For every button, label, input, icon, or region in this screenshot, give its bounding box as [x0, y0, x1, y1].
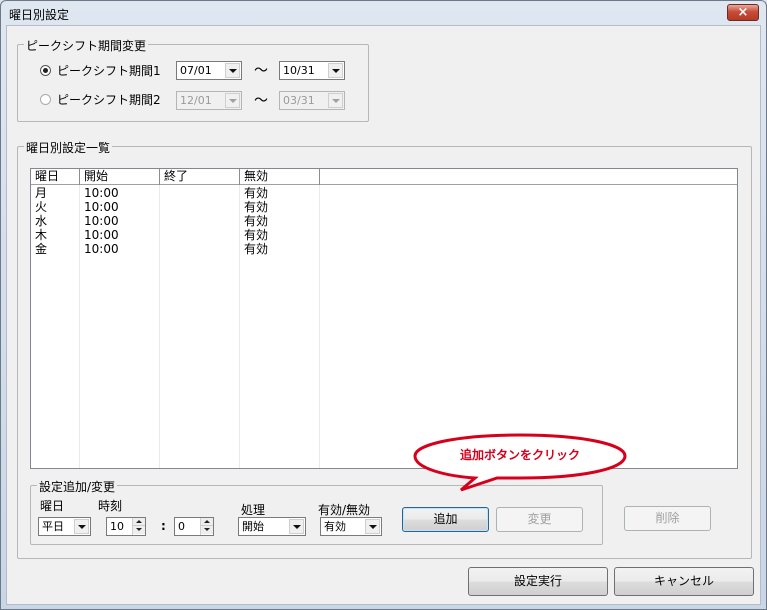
peak-shift-legend: ピークシフト期間変更 [24, 37, 149, 54]
add-button[interactable]: 追加 [402, 507, 489, 532]
title-bar: 曜日別設定 × [1, 1, 766, 25]
minute-stepper[interactable]: 0 [174, 517, 214, 536]
cell-day: 火 [35, 200, 48, 214]
close-icon: × [737, 5, 749, 20]
callout-text: 追加ボタンをクリック [459, 448, 580, 462]
peak-shift-group: ピークシフト期間変更 ピークシフト期間1 07/01 ～ 10/31 ピークシフ… [17, 37, 369, 122]
column-header-end[interactable]: 終了 [160, 169, 240, 185]
weekday-listview[interactable]: 曜日 開始 終了 無効 月 10:00 有効 火 10:00 有効 水 10:0… [30, 168, 738, 469]
day-select-value: 平日 [42, 520, 64, 533]
period1-from-select[interactable]: 07/01 [176, 61, 242, 80]
time-label: 時刻 [98, 499, 123, 513]
period2-to-value: 03/31 [283, 94, 315, 107]
table-row[interactable]: 月 10:00 有効 [31, 186, 737, 200]
period1-from-value: 07/01 [180, 64, 212, 77]
period1-radio[interactable]: ピークシフト期間1 [40, 62, 161, 78]
period1-label: ピークシフト期間1 [57, 63, 161, 78]
table-row[interactable]: 水 10:00 有効 [31, 214, 737, 228]
chevron-down-icon[interactable] [225, 63, 240, 78]
listview-header: 曜日 開始 終了 無効 [31, 169, 737, 185]
valid-select-value: 有効 [324, 520, 346, 533]
callout-annotation: 追加ボタンをクリック [411, 432, 629, 492]
day-select[interactable]: 平日 [38, 517, 91, 536]
chevron-down-icon[interactable] [365, 519, 380, 534]
cell-day: 木 [35, 228, 48, 242]
cancel-button[interactable]: キャンセル [614, 567, 754, 596]
spin-down-icon[interactable] [133, 526, 145, 534]
time-colon: : [161, 519, 166, 533]
cell-status: 有効 [244, 214, 269, 228]
dialog-window: 曜日別設定 × ピークシフト期間変更 ピークシフト期間1 07/01 ～ 10/… [0, 0, 767, 610]
period2-from-select[interactable]: 12/01 [176, 91, 242, 110]
cell-start: 10:00 [84, 186, 119, 200]
cell-start: 10:00 [84, 214, 119, 228]
action-label: 処理 [241, 503, 266, 517]
cell-start: 10:00 [84, 242, 119, 256]
chevron-down-icon[interactable] [74, 519, 89, 534]
cell-status: 有効 [244, 242, 269, 256]
action-select[interactable]: 開始 [238, 517, 306, 536]
day-label: 曜日 [40, 499, 65, 513]
period1-radio-dot[interactable] [40, 64, 51, 76]
action-select-value: 開始 [242, 520, 264, 533]
table-row[interactable]: 木 10:00 有効 [31, 228, 737, 242]
cell-start: 10:00 [84, 200, 119, 214]
period2-from-value: 12/01 [180, 94, 212, 107]
window-title: 曜日別設定 [9, 8, 70, 22]
spin-down-icon[interactable] [201, 526, 213, 534]
spin-up-icon[interactable] [133, 518, 145, 526]
column-header-status[interactable]: 無効 [240, 169, 320, 185]
chevron-down-icon[interactable] [225, 93, 240, 108]
dialog-body: ピークシフト期間変更 ピークシフト期間1 07/01 ～ 10/31 ピークシフ… [6, 25, 761, 605]
period2-radio-dot[interactable] [40, 93, 51, 105]
cell-day: 水 [35, 214, 48, 228]
table-row[interactable]: 火 10:00 有効 [31, 200, 737, 214]
minute-value: 0 [178, 520, 185, 533]
hour-stepper[interactable]: 10 [106, 517, 146, 536]
chevron-down-icon[interactable] [289, 519, 304, 534]
edit-legend: 設定追加/変更 [37, 478, 118, 495]
cell-day: 月 [35, 186, 48, 200]
cell-status: 有効 [244, 186, 269, 200]
period2-to-select[interactable]: 03/31 [279, 91, 345, 110]
cell-day: 金 [35, 242, 48, 256]
delete-button[interactable]: 削除 [624, 506, 711, 531]
table-row[interactable]: 金 10:00 有効 [31, 242, 737, 256]
range-separator: ～ [254, 63, 268, 79]
chevron-down-icon[interactable] [328, 93, 343, 108]
change-button[interactable]: 変更 [496, 507, 583, 532]
minute-spin-buttons [200, 518, 213, 535]
period1-to-select[interactable]: 10/31 [279, 61, 345, 80]
weekday-list-legend: 曜日別設定一覧 [24, 139, 113, 156]
period1-to-value: 10/31 [283, 64, 315, 77]
spin-up-icon[interactable] [201, 518, 213, 526]
hour-value: 10 [110, 520, 124, 533]
cell-start: 10:00 [84, 228, 119, 242]
cell-status: 有効 [244, 200, 269, 214]
valid-select[interactable]: 有効 [320, 517, 382, 536]
hour-spin-buttons [132, 518, 145, 535]
execute-button[interactable]: 設定実行 [468, 567, 608, 596]
close-button[interactable]: × [727, 4, 759, 21]
range-separator: ～ [254, 93, 268, 109]
period2-radio[interactable]: ピークシフト期間2 [40, 91, 161, 107]
cell-status: 有効 [244, 228, 269, 242]
period2-label: ピークシフト期間2 [57, 92, 161, 107]
valid-label: 有効/無効 [318, 503, 371, 517]
column-header-day[interactable]: 曜日 [31, 169, 80, 185]
column-header-start[interactable]: 開始 [80, 169, 160, 185]
chevron-down-icon[interactable] [328, 63, 343, 78]
